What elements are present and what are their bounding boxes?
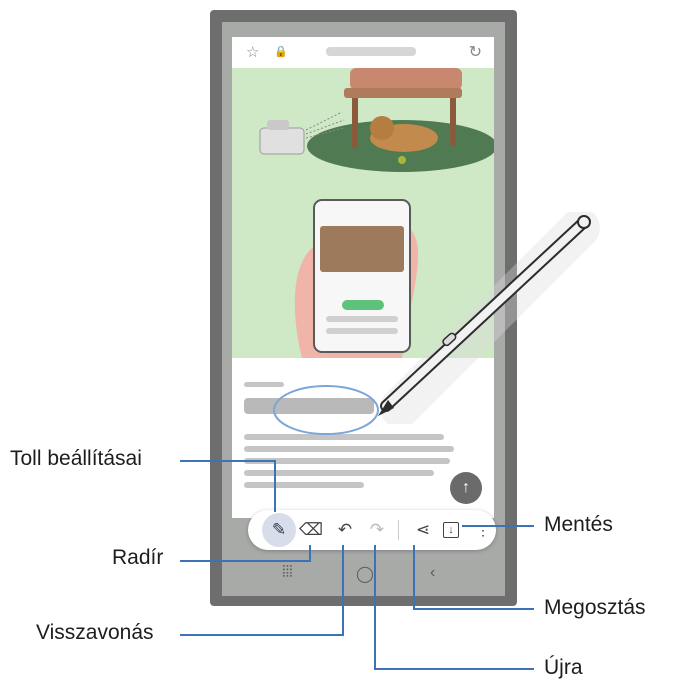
callout-share: Megosztás: [544, 596, 646, 619]
back-icon[interactable]: ‹: [430, 564, 435, 582]
eraser-icon: ⌫: [298, 520, 324, 539]
leader-line-undo: [180, 634, 344, 636]
callout-save: Mentés: [544, 513, 613, 536]
browser-url-bar[interactable]: ☆ 🔒 ↻: [232, 37, 494, 68]
callout-pen-settings: Toll beállításai: [10, 447, 142, 470]
url-text-placeholder[interactable]: [326, 47, 416, 56]
save-icon: ↓: [443, 522, 459, 538]
leader-line-undo-vertical: [342, 545, 344, 636]
leader-line-pen-settings: [180, 460, 274, 462]
share-button[interactable]: ⋖: [408, 515, 438, 545]
leader-line-share-vertical: [413, 545, 415, 609]
callout-undo: Visszavonás: [36, 621, 154, 644]
lock-icon: 🔒: [274, 46, 288, 58]
text-line: [244, 470, 434, 476]
reload-icon[interactable]: ↻: [469, 42, 482, 62]
s-pen-icon: [378, 212, 600, 424]
callout-redo: Újra: [544, 656, 583, 679]
leader-line-save: [462, 525, 534, 527]
redo-icon: ↷: [369, 520, 385, 539]
undo-icon: ↶: [337, 520, 353, 539]
redo-button[interactable]: ↷: [362, 515, 392, 545]
leader-line-pen-settings-vertical: [274, 460, 276, 512]
callout-eraser: Radír: [112, 546, 164, 569]
recent-apps-icon[interactable]: ⦙⦙⦙: [282, 564, 293, 582]
leader-line-eraser-vertical: [309, 545, 311, 562]
eraser-button[interactable]: ⌫: [296, 515, 326, 545]
bookmark-star-icon[interactable]: ☆: [246, 43, 259, 61]
share-icon: ⋖: [415, 520, 431, 539]
save-button[interactable]: ↓: [436, 515, 466, 545]
scroll-to-top-button[interactable]: ↑: [450, 472, 482, 504]
text-line: [244, 446, 454, 452]
navigation-bar: ⦙⦙⦙ ◯ ‹: [222, 556, 505, 596]
leader-line-eraser: [180, 560, 310, 562]
home-icon[interactable]: ◯: [356, 564, 374, 584]
undo-button[interactable]: ↶: [330, 515, 360, 545]
more-options-icon[interactable]: ⋮: [468, 515, 498, 545]
leader-line-redo-vertical: [374, 545, 376, 670]
text-line: [244, 482, 364, 488]
leader-line-redo: [374, 668, 534, 670]
pen-icon: ✎: [271, 520, 287, 539]
toolbar-divider: [398, 520, 399, 540]
leader-line-share: [413, 608, 534, 610]
drawing-toolbar: ✎ ⌫ ↶ ↷ ⋖ ↓ ⋮: [248, 510, 496, 550]
pen-button[interactable]: ✎: [262, 513, 296, 547]
